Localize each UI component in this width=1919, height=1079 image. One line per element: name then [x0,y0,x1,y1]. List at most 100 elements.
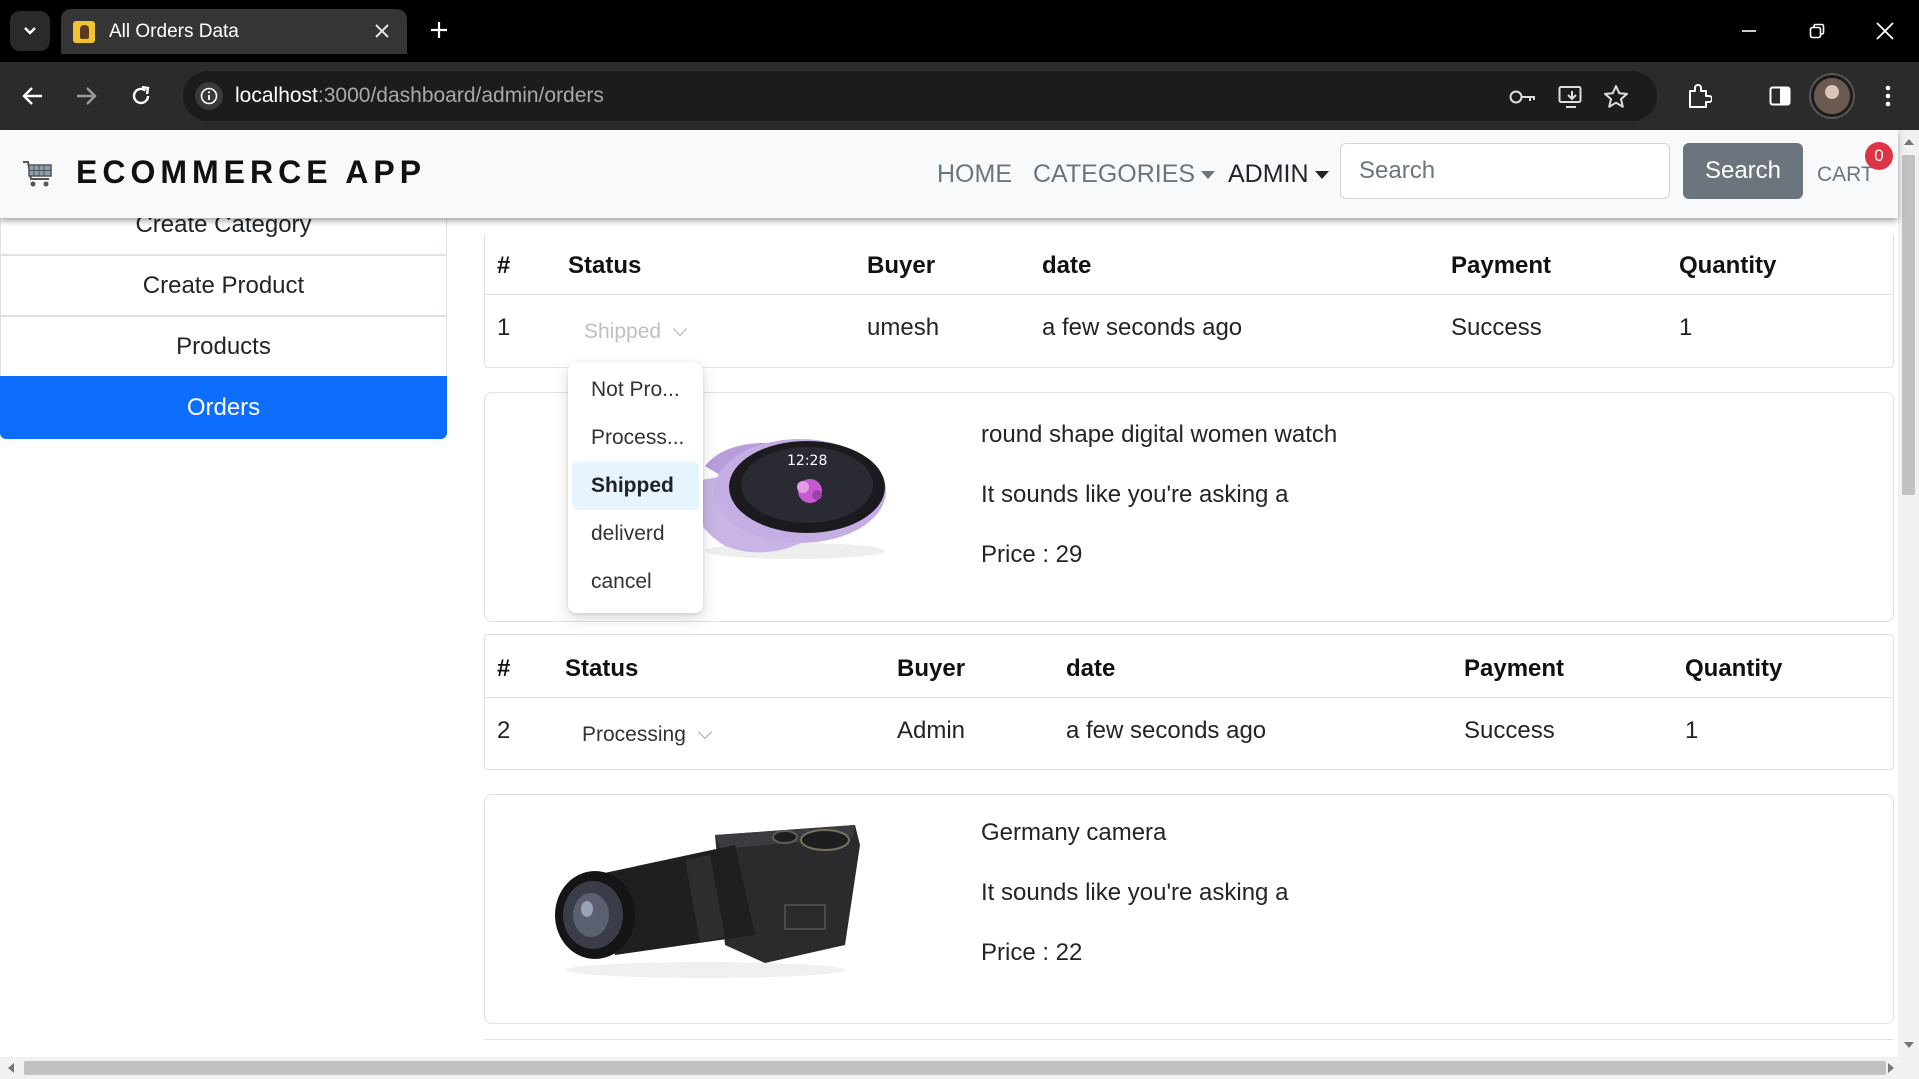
extensions-icon [1689,84,1712,108]
forward-arrow-icon [77,87,97,105]
browser-tab[interactable]: All Orders Data [61,9,407,54]
product-card: Germany camera It sounds like you're ask… [484,794,1894,1024]
url-host: localhost [235,84,318,107]
product-description: It sounds like you're asking a [981,879,1289,906]
orders-content: # Status Buyer date Payment Quantity 1 S… [484,232,1894,1054]
brand-logo[interactable]: ECOMMERCE APP [76,154,426,191]
close-window-button[interactable] [1851,0,1919,62]
url-path: :3000/dashboard/admin/orders [317,84,604,107]
status-option-cancel[interactable]: cancel [572,558,699,606]
plus-icon [431,22,447,38]
browser-tab-bar: All Orders Data [0,0,1919,62]
order-num: 2 [497,717,511,744]
nav-home[interactable]: HOME [937,160,1012,189]
status-value: Processing [582,723,686,746]
side-panel-button[interactable] [1760,76,1800,116]
url-text: localhost:3000/dashboard/admin/orders [235,84,604,108]
minimize-icon [1742,30,1756,32]
status-option-processing[interactable]: Process... [572,414,699,462]
nav-categories[interactable]: CATEGORIES [1033,160,1216,189]
scroll-left-arrow-icon[interactable] [8,1063,14,1073]
reload-button[interactable] [121,76,161,116]
product-price: Price : 22 [981,939,1083,966]
browser-menu-button[interactable] [1868,76,1908,116]
back-arrow-icon [22,87,42,105]
col-header-quantity: Quantity [1685,655,1783,682]
order-payment: Success [1451,314,1542,341]
status-select[interactable]: Processing [582,723,712,747]
address-bar[interactable]: localhost:3000/dashboard/admin/orders [183,71,1657,121]
col-header-payment: Payment [1451,252,1552,279]
col-header-status: Status [565,655,639,682]
order-quantity: 1 [1679,314,1693,341]
col-header-date: date [1042,252,1092,279]
status-option-shipped[interactable]: Shipped [572,462,699,510]
divider [485,294,1894,295]
close-icon[interactable] [369,18,395,44]
col-header-num: # [497,655,511,682]
caret-down-icon [1314,171,1329,180]
watch-time: 12:28 [787,453,827,469]
reload-icon [132,85,150,105]
horizontal-scroll-thumb[interactable] [24,1061,1886,1075]
product-name: round shape digital women watch [981,421,1338,448]
info-icon[interactable] [195,82,223,110]
search-input[interactable] [1340,143,1670,199]
extensions-button[interactable] [1679,76,1719,116]
scroll-up-arrow-icon[interactable] [1904,139,1914,145]
restore-button[interactable] [1783,0,1851,62]
order-buyer: Admin [897,717,966,744]
chevron-down-icon [697,724,712,740]
sidebar-item-create-product[interactable]: Create Product [0,255,447,316]
status-option-delivered[interactable]: deliverd [572,510,699,558]
status-option-not-processed[interactable]: Not Pro... [572,366,699,414]
tab-search-button[interactable] [10,11,50,51]
restore-icon [1809,23,1825,39]
close-icon [1876,22,1894,40]
horizontal-scrollbar[interactable] [0,1057,1919,1079]
order-payment: Success [1464,717,1555,744]
nav-admin[interactable]: ADMIN [1228,160,1329,189]
forward-button[interactable] [66,76,106,116]
col-header-payment: Payment [1464,655,1565,682]
caret-down-icon [1201,171,1216,180]
order-table: # Status Buyer date Payment Quantity 1 S… [484,232,1894,368]
cart-count-badge: 0 [1865,142,1893,170]
product-price: Price : 29 [981,541,1083,568]
product-name: Germany camera [981,819,1167,846]
profile-avatar[interactable] [1811,75,1853,117]
cart-icon [23,161,52,187]
col-header-num: # [497,252,511,279]
back-button[interactable] [13,76,53,116]
col-header-quantity: Quantity [1679,252,1777,279]
nav-cart[interactable]: CART [1817,163,1874,187]
scroll-down-arrow-icon[interactable] [1904,1042,1914,1048]
key-icon[interactable] [1509,83,1537,111]
sidebar-item-products[interactable]: Products [0,316,447,377]
status-select[interactable]: Shipped [584,320,688,344]
nav-categories-label: CATEGORIES [1033,160,1196,188]
minimize-button[interactable] [1715,0,1783,62]
menu-dots-icon [1885,85,1891,107]
install-icon[interactable] [1557,83,1585,111]
order-date: a few seconds ago [1042,314,1243,341]
chevron-down-icon [673,321,688,337]
col-header-status: Status [568,252,642,279]
status-dropdown-menu: Not Pro... Process... Shipped deliverd c… [568,362,703,613]
scroll-right-arrow-icon[interactable] [1888,1063,1894,1073]
sidebar-item-orders[interactable]: Orders [0,376,447,439]
browser-toolbar: localhost:3000/dashboard/admin/orders [0,62,1919,130]
app-navbar: ECOMMERCE APP HOME CATEGORIES ADMIN Sear… [0,130,1898,218]
order-quantity: 1 [1685,717,1699,744]
col-header-date: date [1066,655,1116,682]
search-button[interactable]: Search [1683,143,1803,199]
vertical-scroll-thumb[interactable] [1902,155,1915,495]
col-header-buyer: Buyer [897,655,966,682]
sidepanel-icon [1769,86,1791,106]
divider [484,1039,1894,1040]
vertical-scrollbar[interactable] [1898,130,1919,1057]
new-tab-button[interactable] [421,12,457,48]
star-icon[interactable] [1602,83,1630,111]
nav-admin-label: ADMIN [1228,160,1309,188]
status-value: Shipped [584,320,662,343]
